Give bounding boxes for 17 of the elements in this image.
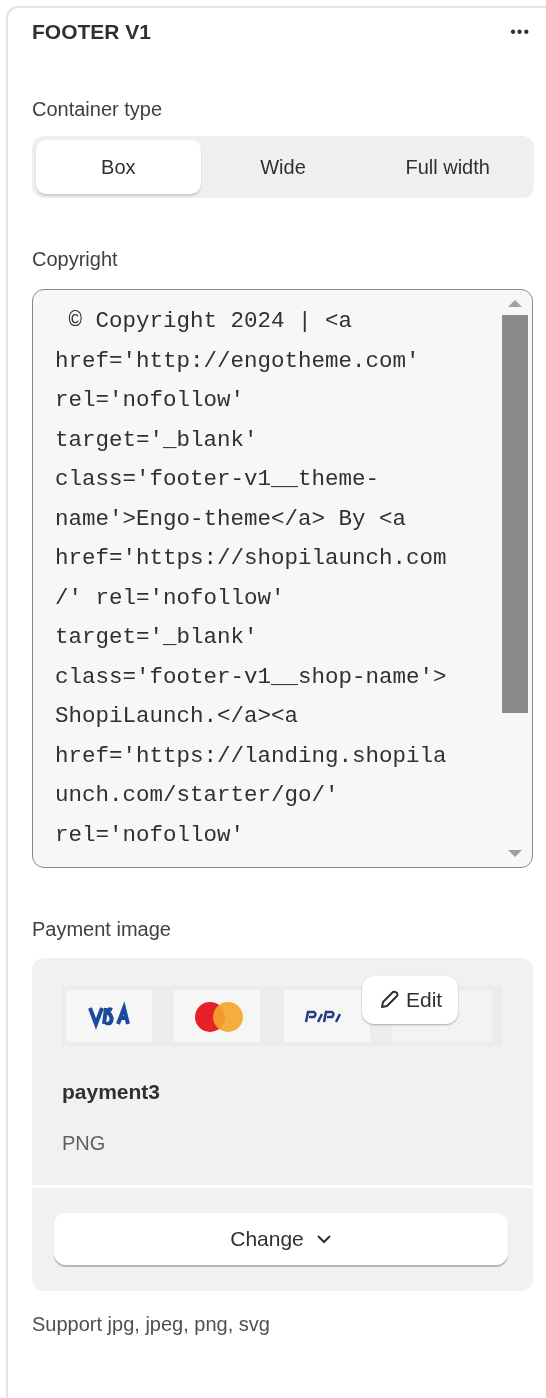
chevron-down-icon [315,1234,332,1244]
segment-option[interactable]: Full width [365,140,530,194]
more-menu-button[interactable]: ••• [506,23,534,41]
section-title: FOOTER V1 [32,20,152,44]
segment-option[interactable]: Wide [200,140,366,194]
field-label: Container type [32,98,164,121]
pencil-icon [378,989,400,1011]
code-text: © Copyright 2024 | <a href='http://engotheme.com' rel='nofollow' target='_blank' class='footer-v1__theme- name'>Engo-theme</a> By <a href='https://shopilaunch.com /' rel='nofollow' target='_blank' class='footer-v1__shop-name'> ShopiLaunch.</a><a href='https://landing.shopila unch.com/starter/go/' rel='nofollow' [55,307,448,850]
file-name: payment3 [62,1080,162,1104]
file-type: PNG [62,1132,107,1155]
field-label: Copyright [32,248,119,271]
edit-button[interactable]: Edit [362,976,459,1024]
change-button[interactable]: Change [54,1213,508,1265]
segment-option[interactable]: Box [36,140,201,194]
help-text: Support jpg, jpeg, png, svg [32,1313,271,1336]
field-label: Payment image [32,918,172,941]
copyright-field[interactable] [32,289,533,868]
